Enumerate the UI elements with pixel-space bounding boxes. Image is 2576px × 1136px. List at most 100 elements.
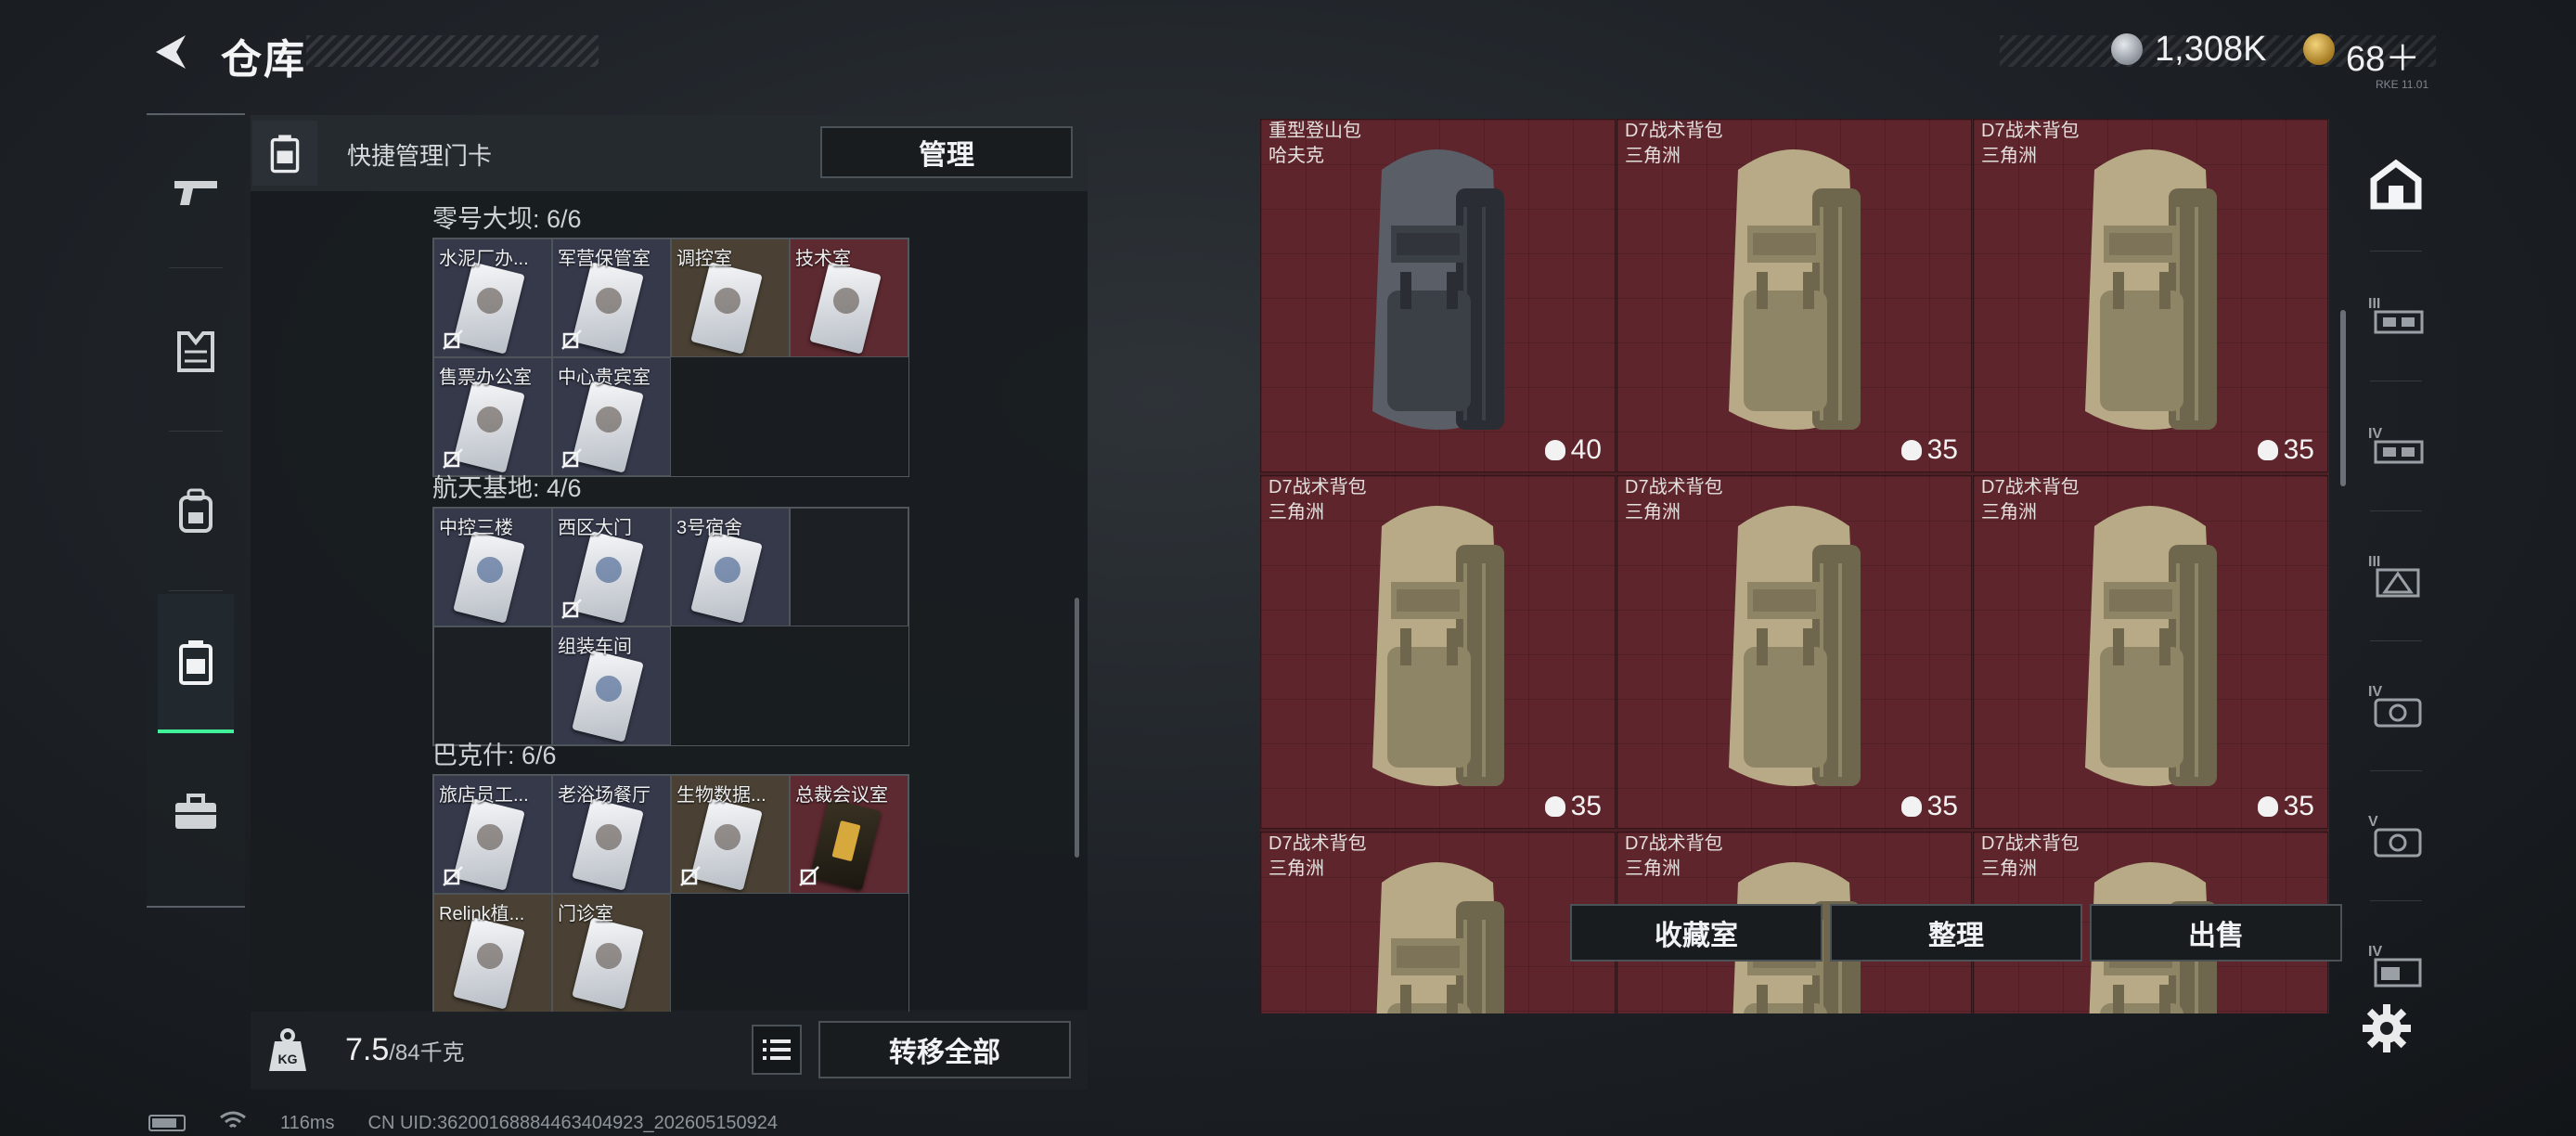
storage-grid[interactable]: 重型登山包 哈夫克 40 D7战术背包 三角洲 35 D7战术背包 三角洲 35 D7战术背包 三角… [1260,119,2329,1013]
keycard-slot[interactable]: Relink植... [433,894,552,1013]
keycard-slot[interactable]: 中控三楼 [433,508,552,626]
item-faction: 三角洲 [1625,502,1681,523]
keycard-label: 组装车间 [558,637,632,657]
filter-tier-3-armor[interactable]: III [2357,520,2435,631]
filter-home[interactable] [2357,128,2435,239]
item-faction: 三角洲 [1625,146,1681,166]
unbound-icon [561,599,582,619]
keycard-icon [453,531,525,624]
grid-spacer [790,894,908,1013]
keycard-slot[interactable]: 组装车间 [552,626,671,745]
keycard-slot[interactable]: 军营保管室 [552,239,671,357]
weight-icon: KG [269,1028,306,1071]
keycard-panel: 快捷管理门卡 管理 零号大坝: 6/6 水泥厂办... 军营保管室 调控室 技术室 售票办… [251,115,1088,1090]
filter-tier-3-rig[interactable]: III [2357,260,2435,371]
tab-keycards[interactable] [158,594,234,733]
keycard-scrollbar[interactable] [1075,598,1079,858]
tab-toolbox[interactable] [158,742,234,882]
keycard-case-icon [179,640,213,685]
list-icon [763,1039,791,1060]
keycard-icon [572,917,644,1010]
item-name: D7战术背包 [1269,833,1367,854]
pistol-icon [174,181,217,205]
item-name: D7战术背包 [1625,121,1723,141]
tab-backpack[interactable] [158,442,234,581]
storage-item[interactable]: D7战术背包 三角洲 35 [1616,475,1972,829]
tab-armor[interactable] [158,282,234,421]
filter-tier-4-rig[interactable]: IV [2357,390,2435,501]
manage-button[interactable]: 管理 [820,126,1073,178]
keycard-slot[interactable]: 旅店员工... [433,775,552,894]
capacity-bag-icon [1544,796,1565,817]
item-faction: 哈夫克 [1269,146,1324,166]
keycard-label: 调控室 [676,249,732,269]
backpack-icon [1372,506,1504,786]
empty-keycard-slot[interactable] [790,508,908,626]
keycard-icon [572,650,644,742]
item-name: D7战术背包 [1625,477,1723,497]
keycard-slot[interactable]: 生物数据... [671,775,790,894]
vest-icon [177,331,214,372]
item-name: D7战术背包 [1269,477,1367,497]
storage-item[interactable]: 重型登山包 哈夫克 40 [1260,119,1616,472]
keycard-slot[interactable]: 3号宿舍 [671,508,790,626]
keycard-case-icon [252,121,317,186]
keycard-slot[interactable]: 老浴场餐厅 [552,775,671,894]
battery-icon [148,1115,186,1131]
weight-max: /84千克 [389,1040,465,1065]
toolbox-icon [175,794,216,829]
case-icon: IV [2368,944,2422,988]
filter-tier-5-helmet[interactable]: V [2357,780,2435,891]
ping-text: 116ms [280,1112,335,1133]
sell-button[interactable]: 出售 [2090,904,2342,962]
unbound-icon [561,329,582,350]
keycard-label: 门诊室 [558,904,613,924]
unbound-icon [443,329,463,350]
title-decoration [306,35,599,67]
tab-weapons[interactable] [158,123,234,262]
keycard-slot[interactable]: 总裁会议室 [790,775,908,894]
backpack-icon [1372,149,1504,430]
storage-item[interactable]: D7战术背包 三角洲 35 [1973,119,2328,472]
storage-item[interactable]: D7战术背包 三角洲 [1260,832,1616,1013]
rig-icon: III [2368,296,2424,334]
settings-gear-icon[interactable] [2359,1000,2415,1056]
keycard-slot[interactable]: 西区大门 [552,508,671,626]
keycard-grid: 旅店员工... 老浴场餐厅 生物数据... 总裁会议室 Relink植... 门诊室 [432,774,909,1013]
keycard-slot[interactable]: 技术室 [790,239,908,357]
keycard-slot[interactable]: 门诊室 [552,894,671,1013]
storage-item[interactable]: D7战术背包 三角洲 35 [1260,475,1616,829]
keycard-slot[interactable]: 售票办公室 [433,357,552,476]
item-capacity: 35 [1900,791,1958,822]
storage-item[interactable]: D7战术背包 三角洲 35 [1616,119,1972,472]
item-name: D7战术背包 [1981,121,2080,141]
home-icon [2370,159,2422,210]
storage-scrollbar[interactable] [2340,310,2346,486]
item-faction: 三角洲 [1981,502,2037,523]
capacity-bag-icon [1900,796,1922,817]
svg-text:V: V [2368,814,2378,830]
list-view-button[interactable] [752,1025,802,1075]
filter-tier-4-helmet[interactable]: IV [2357,650,2435,761]
gold-currency-value[interactable]: 68＋ [2346,30,2420,81]
capacity-value: 35 [1926,434,1958,465]
storage-item[interactable]: D7战术背包 三角洲 35 [1973,475,2328,829]
empty-keycard-slot[interactable] [433,626,552,745]
organize-button[interactable]: 整理 [1830,904,2082,962]
backpack-icon [2085,149,2217,430]
keycard-group-title: 航天基地: 4/6 [432,474,582,502]
item-capacity: 35 [2257,791,2314,822]
unbound-icon [443,866,463,886]
keycard-panel-header: 快捷管理门卡 管理 [251,115,1088,191]
transfer-all-button[interactable]: 转移全部 [818,1021,1071,1078]
silver-coin-icon [2111,33,2143,65]
silver-currency-value: 1,308K [2155,30,2267,69]
keycard-grid: 水泥厂办... 军营保管室 调控室 技术室售票办公室 中心贵宾室 [432,238,909,477]
keycard-label: 水泥厂办... [439,249,529,269]
keycard-slot[interactable]: 水泥厂办... [433,239,552,357]
collection-room-button[interactable]: 收藏室 [1570,904,1823,962]
keycard-slot[interactable]: 调控室 [671,239,790,357]
capacity-bag-icon [2257,440,2278,460]
back-arrow-icon[interactable] [148,30,193,74]
keycard-slot[interactable]: 中心贵宾室 [552,357,671,476]
